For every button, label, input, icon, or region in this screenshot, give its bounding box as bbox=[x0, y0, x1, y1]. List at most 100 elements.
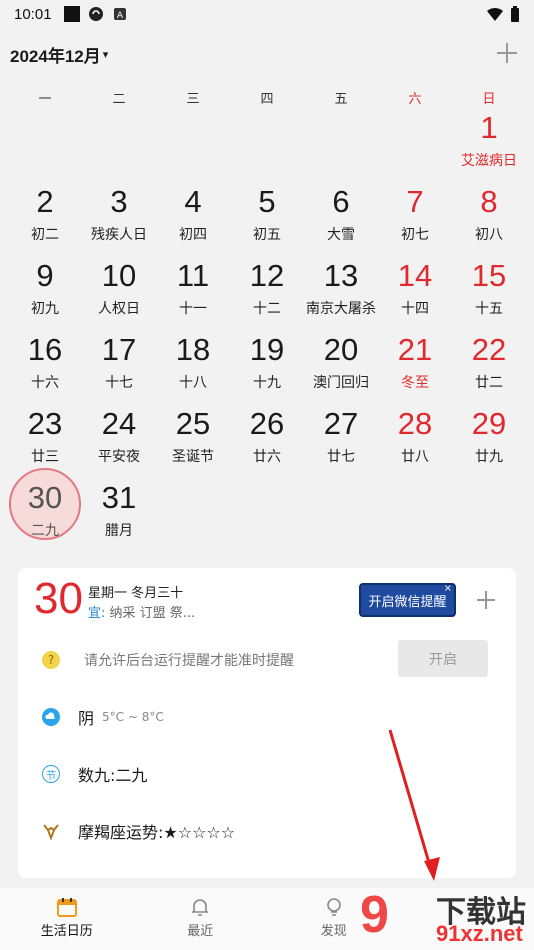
lunar-label: 十八 bbox=[179, 375, 207, 391]
day-cell[interactable]: 5 初五 bbox=[230, 184, 304, 258]
lunar-label: 冬至 bbox=[401, 375, 429, 391]
day-cell[interactable]: 17 十七 bbox=[82, 332, 156, 406]
weekday-label: 三 bbox=[186, 92, 200, 107]
day-number: 13 bbox=[323, 258, 359, 293]
calendar-week-row: 2 初二 3 残疾人日 4 初四 5 初五 6 大雪 7 初七 8 初八 bbox=[8, 184, 526, 258]
day-number: 20 bbox=[323, 332, 359, 367]
day-cell[interactable]: 9 初九 bbox=[8, 258, 82, 332]
day-cell[interactable]: 8 初八 bbox=[452, 184, 526, 258]
lunar-label: 艾滋病日 bbox=[461, 153, 517, 169]
day-number: 7 bbox=[406, 184, 424, 219]
day-cell[interactable]: 6 大雪 bbox=[304, 184, 378, 258]
wechat-reminder-label: 开启微信提醒 bbox=[368, 594, 447, 610]
day-number: 27 bbox=[323, 406, 359, 441]
yi-line: 宜: 纳采 订盟 祭... bbox=[88, 602, 195, 621]
day-cell[interactable]: 16 十六 bbox=[8, 332, 82, 406]
lightbulb-icon bbox=[326, 898, 341, 916]
day-cell[interactable]: 26 廿六 bbox=[230, 406, 304, 480]
lunar-label: 廿八 bbox=[401, 449, 429, 465]
day-number: 19 bbox=[249, 332, 285, 367]
selected-day: 30 bbox=[34, 574, 83, 623]
calendar-week-row: 16 十六 17 十七 18 十八 19 十九 20 澳门回归 21 冬至 22 廿二 bbox=[8, 332, 526, 406]
day-cell[interactable]: 10 人权日 bbox=[82, 258, 156, 332]
status-time: 10:01 bbox=[14, 5, 52, 23]
day-number: 6 bbox=[332, 184, 350, 219]
empty-day-cell bbox=[304, 480, 378, 554]
calendar-week-row: 23 廿三 24 平安夜 25 圣诞节 26 廿六 27 廿七 28 廿八 29 廿九 bbox=[8, 406, 526, 480]
day-cell[interactable]: 22 廿二 bbox=[452, 332, 526, 406]
tab-label: 发现 bbox=[320, 924, 347, 939]
day-cell[interactable]: 4 初四 bbox=[156, 184, 230, 258]
day-cell[interactable]: 3 残疾人日 bbox=[82, 184, 156, 258]
day-cell[interactable]: 25 圣诞节 bbox=[156, 406, 230, 480]
watermark: 9 下载站 91xz.net bbox=[360, 885, 534, 949]
month-title[interactable]: 2024年12月 bbox=[10, 42, 101, 67]
lunar-label: 南京大屠杀 bbox=[306, 301, 376, 317]
day-cell[interactable]: 27 廿七 bbox=[304, 406, 378, 480]
day-number: 11 bbox=[176, 258, 210, 293]
day-cell[interactable]: 7 初七 bbox=[378, 184, 452, 258]
open-button[interactable]: 开启 bbox=[398, 640, 488, 677]
day-number: 1 bbox=[480, 110, 498, 145]
day-number: 9 bbox=[36, 258, 54, 293]
day-number: 23 bbox=[27, 406, 63, 441]
weather-range: 5°C ~ 8°C bbox=[102, 710, 164, 724]
weekday-label: 一 bbox=[38, 92, 52, 107]
yi-label: 宜: bbox=[88, 606, 106, 621]
weekday-lunar-date: 星期一 冬月三十 bbox=[88, 586, 184, 601]
weekday-label: 五 bbox=[334, 92, 348, 107]
weekday-label: 日 bbox=[482, 92, 496, 107]
day-cell[interactable]: 15 十五 bbox=[452, 258, 526, 332]
cloud-icon bbox=[42, 708, 60, 726]
day-cell[interactable]: 11 十一 bbox=[156, 258, 230, 332]
empty-day-cell bbox=[230, 480, 304, 554]
empty-day-cell bbox=[82, 110, 156, 184]
lunar-label: 圣诞节 bbox=[172, 449, 214, 465]
add-event-button[interactable] bbox=[494, 40, 520, 66]
day-number: 10 bbox=[101, 258, 137, 293]
day-cell[interactable]: 13 南京大屠杀 bbox=[304, 258, 378, 332]
weekday-label: 六 bbox=[408, 92, 422, 107]
day-cell[interactable]: 29 廿九 bbox=[452, 406, 526, 480]
day-number: 25 bbox=[175, 406, 211, 441]
lunar-label: 澳门回归 bbox=[313, 375, 369, 391]
day-cell[interactable]: 20 澳门回归 bbox=[304, 332, 378, 406]
close-icon[interactable]: × bbox=[444, 583, 452, 594]
day-number: 30 bbox=[27, 480, 63, 515]
lunar-label: 十一 bbox=[179, 301, 207, 317]
lunar-label: 残疾人日 bbox=[91, 227, 147, 243]
day-number: 12 bbox=[249, 258, 285, 293]
annotation-arrow bbox=[388, 729, 440, 881]
horoscope-text: 摩羯座运势:★☆☆☆☆ bbox=[78, 823, 236, 842]
day-cell[interactable]: 14 十四 bbox=[378, 258, 452, 332]
chevron-down-icon[interactable]: ▾ bbox=[103, 48, 109, 61]
day-cell[interactable]: 1 艾滋病日 bbox=[452, 110, 526, 184]
day-number: 22 bbox=[471, 332, 507, 367]
lunar-label: 人权日 bbox=[98, 301, 140, 317]
lunar-label: 十二 bbox=[253, 301, 281, 317]
empty-day-cell bbox=[156, 110, 230, 184]
day-cell[interactable]: 31 腊月 bbox=[82, 480, 156, 554]
add-reminder-button[interactable] bbox=[474, 588, 498, 612]
day-cell[interactable]: 30 二九 bbox=[8, 468, 82, 554]
tab-recent[interactable]: 最近 bbox=[134, 888, 268, 950]
weather-text: 阴 bbox=[78, 709, 95, 728]
wechat-reminder-button[interactable]: 开启微信提醒 × bbox=[359, 583, 456, 617]
day-number: 18 bbox=[175, 332, 211, 367]
day-cell[interactable]: 2 初二 bbox=[8, 184, 82, 258]
day-number: 8 bbox=[480, 184, 498, 219]
capricorn-icon bbox=[43, 824, 59, 840]
lunar-label: 廿七 bbox=[327, 449, 355, 465]
lunar-label: 廿九 bbox=[475, 449, 503, 465]
status-bar: 10:01 A bbox=[0, 0, 534, 28]
day-cell[interactable]: 19 十九 bbox=[230, 332, 304, 406]
day-number: 28 bbox=[397, 406, 433, 441]
calendar-week-row: 9 初九 10 人权日 11 十一 12 十二 13 南京大屠杀 14 十四 15 十五 bbox=[8, 258, 526, 332]
day-cell[interactable]: 12 十二 bbox=[230, 258, 304, 332]
tab-life-calendar[interactable]: 生活日历 bbox=[0, 888, 134, 950]
day-cell[interactable]: 24 平安夜 bbox=[82, 406, 156, 480]
day-cell[interactable]: 18 十八 bbox=[156, 332, 230, 406]
yi-items: 纳采 订盟 祭... bbox=[109, 606, 196, 621]
day-cell[interactable]: 21 冬至 bbox=[378, 332, 452, 406]
day-cell[interactable]: 28 廿八 bbox=[378, 406, 452, 480]
